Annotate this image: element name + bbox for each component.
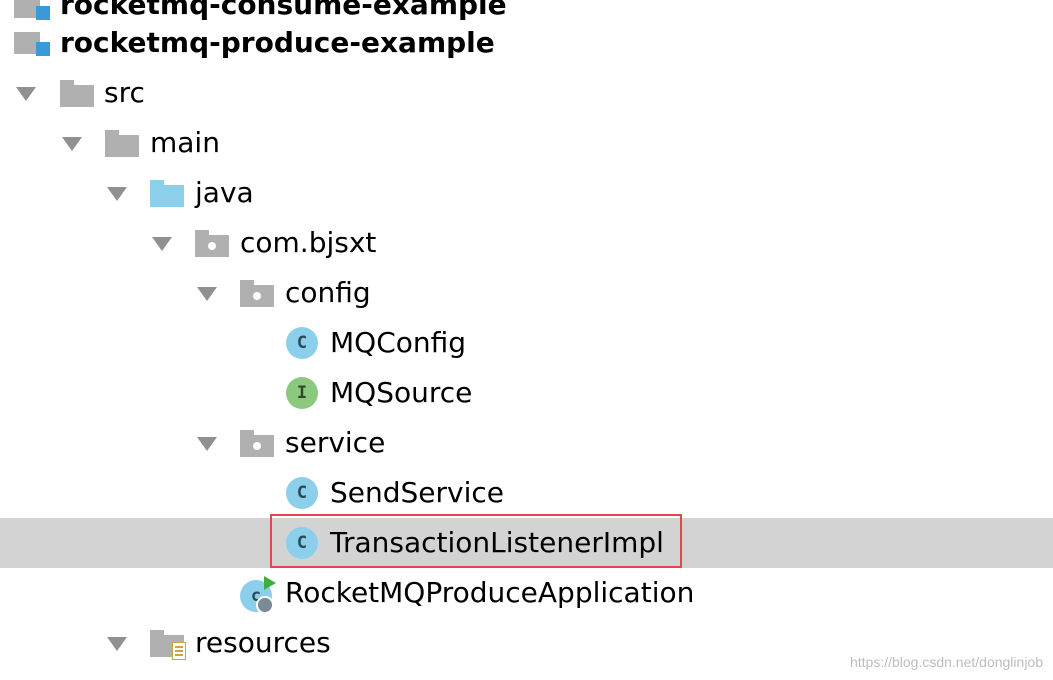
- spring-boot-class-icon: c: [240, 576, 280, 614]
- folder-icon: [60, 80, 96, 108]
- tree-row-mqconfig[interactable]: C MQConfig: [0, 318, 1053, 368]
- tree-label: MQConfig: [330, 326, 467, 359]
- interface-icon: I: [286, 377, 318, 409]
- tree-row-mqsource[interactable]: I MQSource: [0, 368, 1053, 418]
- package-icon: [240, 430, 276, 458]
- tree-label: service: [285, 426, 386, 459]
- tree-row-sendservice[interactable]: C SendService: [0, 468, 1053, 518]
- tree-label: config: [285, 276, 371, 309]
- watermark: https://blog.csdn.net/donglinjob: [849, 654, 1043, 670]
- class-icon: C: [286, 327, 318, 359]
- class-icon: C: [286, 477, 318, 509]
- tree-label: java: [195, 176, 254, 209]
- tree-row-main[interactable]: main: [0, 118, 1053, 168]
- tree-label: MQSource: [330, 376, 473, 409]
- tree-row-application[interactable]: c RocketMQProduceApplication: [0, 568, 1053, 618]
- expand-arrow-icon[interactable]: [107, 637, 127, 651]
- package-icon: [195, 230, 231, 258]
- expand-arrow-icon[interactable]: [107, 187, 127, 201]
- expand-arrow-icon[interactable]: [197, 437, 217, 451]
- tree-row-java[interactable]: java: [0, 168, 1053, 218]
- tree-label: com.bjsxt: [240, 226, 377, 259]
- expand-arrow-icon[interactable]: [62, 137, 82, 151]
- expand-arrow-icon[interactable]: [152, 237, 172, 251]
- tree-row-package-root[interactable]: com.bjsxt: [0, 218, 1053, 268]
- package-icon: [240, 280, 276, 308]
- tree-row-src[interactable]: src: [0, 68, 1053, 118]
- expand-arrow-icon[interactable]: [16, 87, 36, 101]
- source-folder-icon: [150, 180, 186, 208]
- tree-label: RocketMQProduceApplication: [285, 576, 695, 609]
- module-icon: [14, 28, 52, 58]
- tree-label: SendService: [330, 476, 505, 509]
- tree-label: src: [104, 76, 145, 109]
- tree-label: main: [150, 126, 220, 159]
- resources-folder-icon: [150, 630, 190, 662]
- project-tree: rocketmq-consume-example rocketmq-produc…: [0, 0, 1053, 680]
- expand-arrow-icon[interactable]: [197, 287, 217, 301]
- tree-row-service[interactable]: service: [0, 418, 1053, 468]
- tree-label: resources: [195, 626, 331, 659]
- tree-row-produce-module[interactable]: rocketmq-produce-example: [0, 18, 1053, 68]
- folder-icon: [105, 130, 141, 158]
- tree-row-config[interactable]: config: [0, 268, 1053, 318]
- highlight-box: [270, 514, 682, 568]
- tree-label: rocketmq-produce-example: [60, 26, 495, 59]
